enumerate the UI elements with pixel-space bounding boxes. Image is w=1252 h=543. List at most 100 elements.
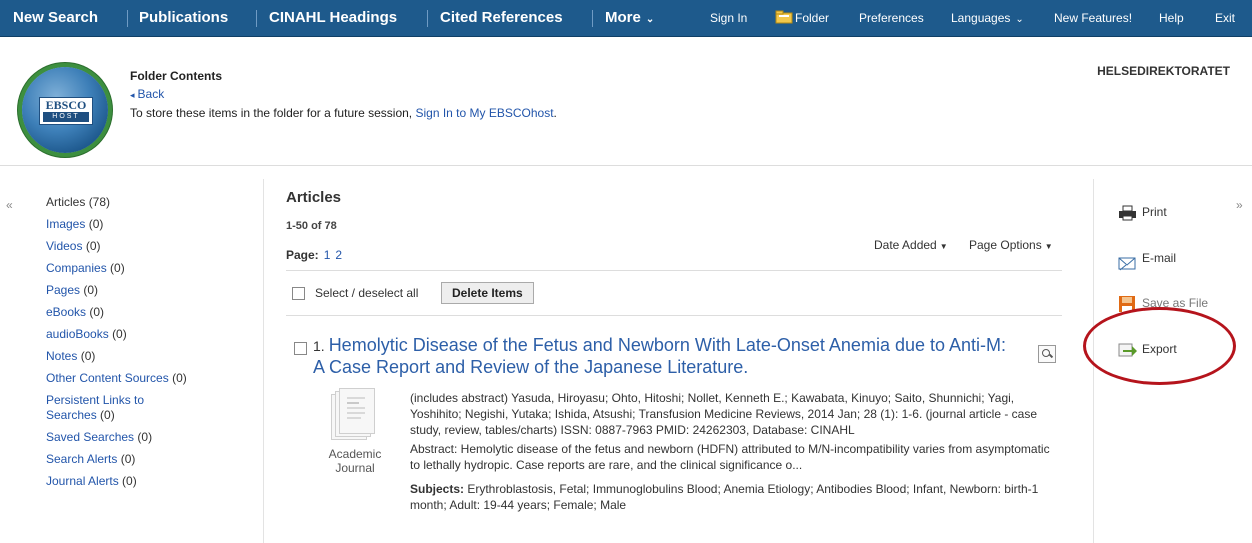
logo-text-host: HOST [43, 112, 89, 122]
sidebar-item-audiobooks[interactable]: audioBooks (0) [46, 327, 256, 342]
nav-publications[interactable]: Publications [139, 0, 228, 36]
sidebar-item-count: (0) [88, 217, 104, 231]
sidebar-item-label: Search Alerts [46, 452, 118, 466]
chevron-down-icon: ⌄ [1015, 14, 1024, 25]
sidebar-item-label: Persistent Links to Searches [46, 393, 145, 422]
result-subjects: Subjects: Erythroblastosis, Fetal; Immun… [410, 481, 1058, 513]
sidebar-item-count: (0) [110, 261, 125, 275]
sidebar-item-label: Pages [46, 283, 81, 297]
divider [286, 315, 1062, 316]
sidebar-item-ebooks[interactable]: eBooks (0) [46, 305, 256, 320]
select-all-row[interactable]: Select / deselect all [292, 286, 419, 301]
sidebar-item-label: Images [46, 217, 86, 231]
nav-languages-menu[interactable]: Languages ⌄ [951, 0, 1024, 36]
sidebar-item-count: (0) [100, 408, 115, 422]
sidebar-item-notes[interactable]: Notes (0) [46, 349, 256, 364]
sidebar-item-label: Companies [46, 261, 107, 275]
pagination: Page: 1 2 [286, 248, 342, 262]
nav-folder-label: Folder [795, 11, 830, 25]
page-link-1[interactable]: 1 [324, 248, 331, 262]
nav-more-menu[interactable]: More ⌄ [605, 0, 654, 36]
sidebar-item-label: Articles [46, 195, 86, 209]
select-all-checkbox[interactable] [292, 287, 305, 301]
page-header [0, 37, 1252, 166]
sidebar-item-articles[interactable]: Articles (78) [46, 195, 256, 210]
sidebar-item-videos[interactable]: Videos (0) [46, 239, 256, 254]
sidebar-item-other-content-sources[interactable]: Other Content Sources (0) [46, 371, 256, 386]
sign-in-my-ebscohost-link[interactable]: Sign In to My EBSCOhost [415, 106, 553, 120]
sidebar-item-count: (0) [120, 452, 136, 466]
sidebar-item-companies[interactable]: Companies (0) [46, 261, 256, 276]
collapse-right-panel-icon[interactable]: » [1236, 198, 1243, 212]
sort-label: Date Added [874, 238, 937, 252]
preview-magnifier-icon[interactable] [1038, 345, 1056, 363]
sidebar-item-label: Other Content Sources [46, 371, 169, 385]
sidebar-item-search-alerts[interactable]: Search Alerts (0) [46, 452, 256, 467]
page-options-dropdown[interactable]: Page Options ▼ [969, 238, 1053, 252]
folder-icon [775, 10, 793, 24]
page-link-2[interactable]: 2 [335, 248, 342, 262]
nav-exit[interactable]: Exit [1215, 0, 1235, 36]
sidebar-item-count: (0) [83, 283, 99, 297]
results-range: 1-50 of 78 [286, 220, 337, 232]
chevron-down-icon: ⌄ [645, 14, 655, 25]
sidebar-item-label: audioBooks [46, 327, 109, 341]
nav-more-label: More [605, 9, 641, 26]
storage-notice-end: . [553, 106, 557, 120]
sidebar-item-images[interactable]: Images (0) [46, 217, 256, 232]
sidebar-item-label: Journal Alerts [46, 474, 119, 488]
nav-folder[interactable]: Folder [775, 0, 829, 36]
logo-plate: EBSCO HOST [39, 97, 93, 125]
nav-cited-references[interactable]: Cited References [440, 0, 563, 36]
nav-separator [592, 10, 593, 27]
delete-items-button[interactable]: Delete Items [441, 282, 534, 304]
subjects-label: Subjects: [410, 482, 465, 496]
page-label: Page: [286, 248, 319, 262]
collapse-left-panel-icon[interactable]: « [6, 198, 13, 212]
sidebar-item-saved-searches[interactable]: Saved Searches (0) [46, 430, 256, 445]
nav-preferences[interactable]: Preferences [859, 0, 924, 36]
sidebar-item-count: (0) [122, 474, 137, 488]
subjects-list: Erythroblastosis, Fetal; Immunoglobulins… [410, 482, 1039, 512]
result-abstract: Abstract: Hemolytic disease of the fetus… [410, 442, 1050, 472]
back-arrow-icon: ◂ [130, 90, 135, 100]
result-checkbox[interactable] [294, 342, 307, 355]
select-all-label: Select / deselect all [315, 286, 419, 300]
printer-icon [1119, 205, 1136, 221]
sidebar-item-count: (0) [80, 349, 96, 363]
sidebar-item-journal-alerts[interactable]: Journal Alerts (0) [46, 474, 256, 489]
ebsco-host-logo[interactable]: EBSCO HOST [22, 67, 108, 153]
result-title: 1. Hemolytic Disease of the Fetus and New… [313, 335, 1013, 378]
back-link[interactable]: ◂ Back [130, 87, 164, 101]
nav-sign-in[interactable]: Sign In [710, 0, 747, 36]
nav-new-search[interactable]: New Search [13, 0, 98, 36]
sidebar-item-label: Saved Searches [46, 430, 135, 444]
publication-type-label: Academic Journal [328, 447, 382, 475]
sidebar-item-count: (0) [172, 371, 187, 385]
sidebar-item-count: (0) [85, 239, 101, 253]
sidebar-item-count: (0) [137, 430, 153, 444]
email-tool[interactable]: E-mail [1118, 251, 1177, 271]
folder-content-types: Articles (78) Images (0) Videos (0) Comp… [46, 195, 256, 496]
institution-name: HELSEDIREKTORATET [1097, 64, 1230, 78]
sidebar-item-pages[interactable]: Pages (0) [46, 283, 256, 298]
divider [286, 270, 1062, 271]
email-label: E-mail [1142, 251, 1177, 265]
nav-cinahl-headings[interactable]: CINAHL Headings [269, 0, 397, 36]
sort-dropdown[interactable]: Date Added ▼ [874, 238, 948, 252]
nav-new-features[interactable]: New Features! [1054, 0, 1132, 36]
nav-help[interactable]: Help [1159, 0, 1184, 36]
folder-storage-notice: To store these items in the folder for a… [130, 106, 557, 120]
result-citation: (includes abstract) Yasuda, Hiroyasu; Oh… [410, 391, 1037, 437]
logo-text-ebsco: EBSCO [45, 98, 87, 112]
publication-type-icon[interactable] [331, 388, 375, 441]
sidebar-item-label: Notes [46, 349, 78, 363]
print-tool[interactable]: Print [1118, 205, 1167, 221]
result-title-link[interactable]: Hemolytic Disease of the Fetus and Newbo… [313, 335, 1006, 377]
print-label: Print [1142, 205, 1167, 219]
storage-notice-text: To store these items in the folder for a… [130, 106, 416, 120]
sidebar-item-persistent-links[interactable]: Persistent Links to Searches (0) [46, 393, 186, 423]
page-options-label: Page Options [969, 238, 1042, 252]
email-icon [1118, 257, 1136, 271]
sidebar-item-label: Videos [46, 239, 83, 253]
